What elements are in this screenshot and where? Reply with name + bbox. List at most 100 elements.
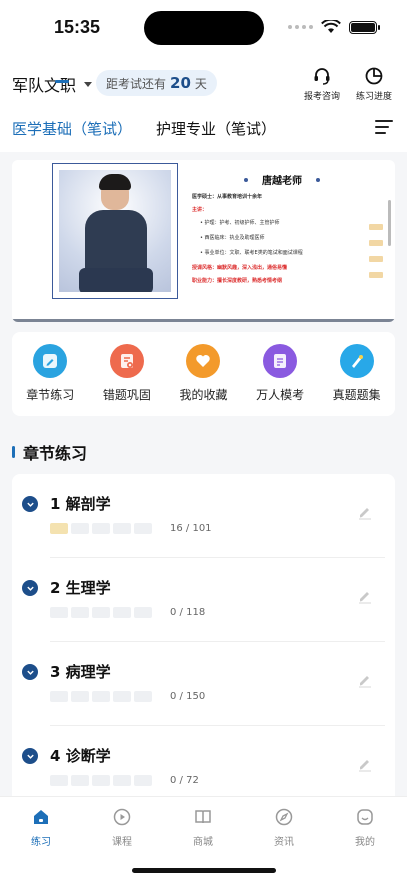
dynamic-island [144, 11, 264, 45]
tab-label: 资讯 [274, 837, 294, 848]
quick-action-label: 我的收藏 [179, 388, 228, 402]
headset-icon [314, 68, 330, 85]
status-time: 15:35 [54, 17, 101, 37]
chapter-progress [50, 691, 152, 702]
edit-icon[interactable] [357, 504, 373, 520]
pie-chart-icon [365, 67, 383, 85]
tab-label: 课程 [112, 837, 132, 848]
chevron-down-icon[interactable] [22, 580, 38, 596]
edit-icon[interactable] [357, 672, 373, 688]
chapter-name: 4 诊断学 [50, 747, 111, 765]
consult-button[interactable]: 报考咨询 [302, 66, 342, 102]
chapter-list: 1 解剖学 16 / 101 2 生理学 0 / 118 3 病理学 0 / 1… [12, 474, 395, 804]
exam-countdown-badge: 距考试还有 20 天 [96, 70, 217, 96]
banner-bottom-bar [12, 319, 395, 322]
chevron-down-icon[interactable] [22, 748, 38, 764]
signal-icon [288, 25, 313, 29]
chapter-count: 0 / 118 [170, 607, 206, 618]
section-accent-bar [12, 446, 15, 458]
tab-practice[interactable]: 练习 [16, 807, 66, 848]
countdown-prefix: 距考试还有 [106, 76, 167, 91]
wrong-questions-button[interactable]: 错题巩固 [92, 344, 162, 416]
wrong-book-icon [109, 344, 144, 378]
status-icons [288, 20, 380, 34]
chapter-item[interactable]: 4 诊断学 0 / 72 [12, 726, 395, 804]
chapter-count: 0 / 72 [170, 775, 199, 786]
consult-label: 报考咨询 [303, 92, 340, 102]
countdown-days: 20 [170, 74, 191, 92]
banner-item: • 护理：护考、初级护师、主管护师 [200, 220, 280, 226]
teacher-photo [52, 163, 178, 299]
wifi-icon [321, 20, 341, 33]
section-title: 章节练习 [12, 440, 87, 464]
chapter-practice-button[interactable]: 章节练习 [15, 344, 85, 416]
banner-side-icons [369, 224, 383, 278]
menu-icon[interactable] [375, 120, 393, 138]
chapter-name: 2 生理学 [50, 579, 111, 597]
chevron-down-icon[interactable] [22, 664, 38, 680]
heart-icon [186, 344, 221, 378]
chapter-count: 16 / 101 [170, 523, 212, 534]
promo-banner[interactable]: 唐越老师 医学硕士：从事教育培训十余年 主讲： • 护理：护考、初级护师、主管护… [12, 160, 395, 322]
tab-medical-basics[interactable]: 医学基础（笔试） [12, 118, 132, 139]
progress-button[interactable]: 练习进度 [354, 66, 394, 102]
quick-action-label: 错题巩固 [102, 388, 151, 402]
countdown-suffix: 天 [194, 76, 207, 91]
battery-icon [349, 20, 380, 34]
book-icon [195, 810, 211, 824]
tab-courses[interactable]: 课程 [97, 807, 147, 848]
tab-profile[interactable]: 我的 [340, 807, 390, 848]
home-icon [34, 810, 48, 824]
profile-icon [357, 809, 373, 825]
mock-exam-button[interactable]: 万人模考 [245, 344, 315, 416]
edit-icon[interactable] [357, 588, 373, 604]
chapter-progress [50, 523, 152, 534]
active-tab-indicator [55, 80, 69, 83]
chapter-item[interactable]: 1 解剖学 16 / 101 [12, 474, 395, 558]
banner-line: 医学硕士：从事教育培训十余年 [192, 194, 263, 200]
banner-line: 职业能力：擅长深度教研，熟悉考情考纲 [192, 278, 283, 284]
tab-label: 商城 [193, 837, 213, 848]
tab-label: 我的 [355, 837, 375, 848]
quick-actions: 章节练习 错题巩固 我的收藏 万人模考 真题题集 [12, 332, 395, 416]
category-label: 军队文职 [12, 76, 77, 95]
chapter-item[interactable]: 3 病理学 0 / 150 [12, 642, 395, 726]
quick-action-label: 真题题集 [332, 388, 381, 402]
tab-news[interactable]: 资讯 [259, 807, 309, 848]
home-indicator [132, 868, 276, 873]
tab-store[interactable]: 商城 [178, 807, 228, 848]
banner-scrollbar [388, 200, 391, 246]
chevron-down-icon[interactable] [22, 496, 38, 512]
banner-text: 唐越老师 医学硕士：从事教育培训十余年 主讲： • 护理：护考、初级护师、主管护… [192, 172, 372, 290]
brush-icon [339, 344, 374, 378]
edit-icon[interactable] [357, 756, 373, 772]
bottom-tab-bar: 练习 课程 商城 资讯 我的 [0, 796, 407, 883]
caret-down-icon [84, 81, 93, 87]
pencil-icon [33, 344, 68, 378]
exam-paper-icon [263, 344, 298, 378]
chapter-name: 3 病理学 [50, 663, 111, 681]
tab-label: 练习 [31, 837, 51, 848]
header: 军队文职 距考试还有 20 天 报考咨询 练习进度 医学基础（笔试） 护理专业（… [0, 56, 407, 152]
favorites-button[interactable]: 我的收藏 [168, 344, 238, 416]
subject-tabs: 医学基础（笔试） 护理专业（笔试） [12, 118, 276, 139]
category-selector[interactable]: 军队文职 [12, 72, 93, 96]
past-papers-button[interactable]: 真题题集 [322, 344, 392, 416]
play-icon [113, 808, 131, 826]
chapter-item[interactable]: 2 生理学 0 / 118 [12, 558, 395, 642]
banner-item: • 西医临床：执业及助理医师 [200, 235, 265, 241]
section-title-text: 章节练习 [23, 444, 88, 463]
banner-line: 主讲： [192, 207, 208, 213]
chapter-progress [50, 607, 152, 618]
quick-action-label: 万人模考 [256, 388, 305, 402]
teacher-name: 唐越老师 [192, 172, 372, 187]
compass-icon [275, 808, 293, 826]
chapter-count: 0 / 150 [170, 691, 206, 702]
banner-item: • 事业单位：文职、联考E类的笔试和面试课程 [200, 250, 303, 256]
tab-nursing[interactable]: 护理专业（笔试） [156, 118, 276, 139]
chapter-name: 1 解剖学 [50, 495, 111, 513]
quick-action-label: 章节练习 [26, 388, 75, 402]
progress-label: 练习进度 [355, 92, 392, 102]
status-bar: 15:35 [0, 0, 407, 56]
chapter-progress [50, 775, 152, 786]
